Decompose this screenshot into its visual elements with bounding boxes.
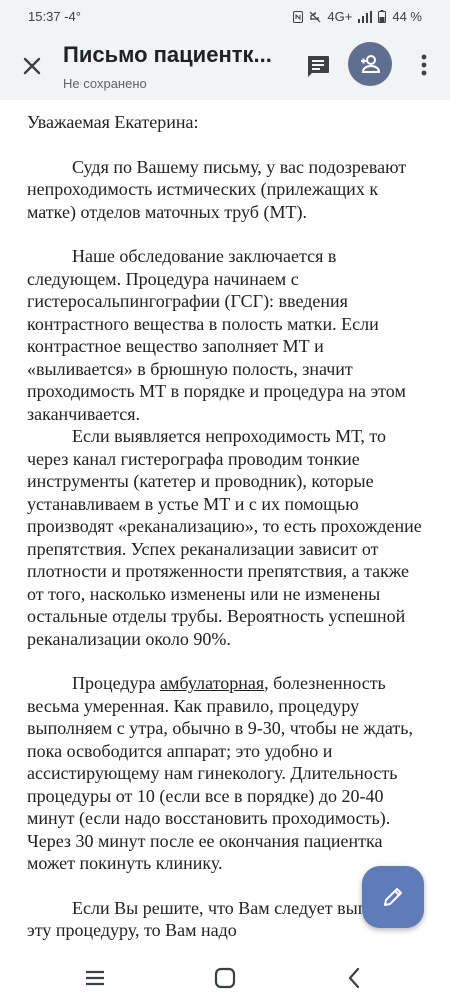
mute-icon [309,11,321,23]
comment-icon [308,56,329,77]
close-icon [23,57,41,75]
paragraph-4-rest: , болезненность весьма умеренная. Как пр… [27,673,414,873]
clock: 15:37 [28,9,61,24]
more-vert-icon [421,54,427,76]
navigation-bar [0,955,450,1000]
signal-icon [358,10,373,23]
back-button[interactable] [342,965,368,991]
close-button[interactable] [18,52,46,80]
battery-level: 44 % [392,9,422,24]
underlined-word: амбулаторная [160,673,265,693]
paragraph-3: Если выявляется непроходимость МТ, то че… [27,426,422,649]
document-body[interactable]: Уважаемая Екатерина: Судя по Вашему пись… [27,100,425,942]
status-bar: 15:37 -4° 4G+ 44 % [0,0,450,36]
status-icons: 4G+ 44 % [293,9,422,24]
back-icon [348,967,360,989]
home-icon [214,967,236,989]
share-button[interactable] [348,42,392,86]
document-title[interactable]: Письмо пациентк... [63,42,288,68]
save-status: Не сохранено [63,76,147,91]
app-bar: Письмо пациентк... Не сохранено [0,36,450,100]
network-type: 4G+ [327,9,353,24]
status-time: 15:37 -4° [28,9,81,24]
edit-fab[interactable] [362,866,424,928]
temperature: -4° [64,9,81,24]
recents-icon [86,970,104,986]
recents-button[interactable] [82,965,108,991]
salutation: Уважаемая Екатерина: [27,112,199,132]
paragraph-4-start: Процедура [72,673,161,693]
pencil-icon [384,888,402,906]
more-options-button[interactable] [414,50,434,80]
home-button[interactable] [212,965,238,991]
paragraph-4: Процедура амбулаторная, болезненность ве… [27,672,425,875]
person-add-icon [361,55,381,73]
comments-button[interactable] [304,52,332,80]
nfc-icon [293,10,304,23]
battery-icon [378,10,387,23]
paragraph-1: Судя по Вашему письму, у вас подозревают… [27,156,407,222]
paragraph-2: Наше обследование заключается в следующе… [27,246,406,424]
